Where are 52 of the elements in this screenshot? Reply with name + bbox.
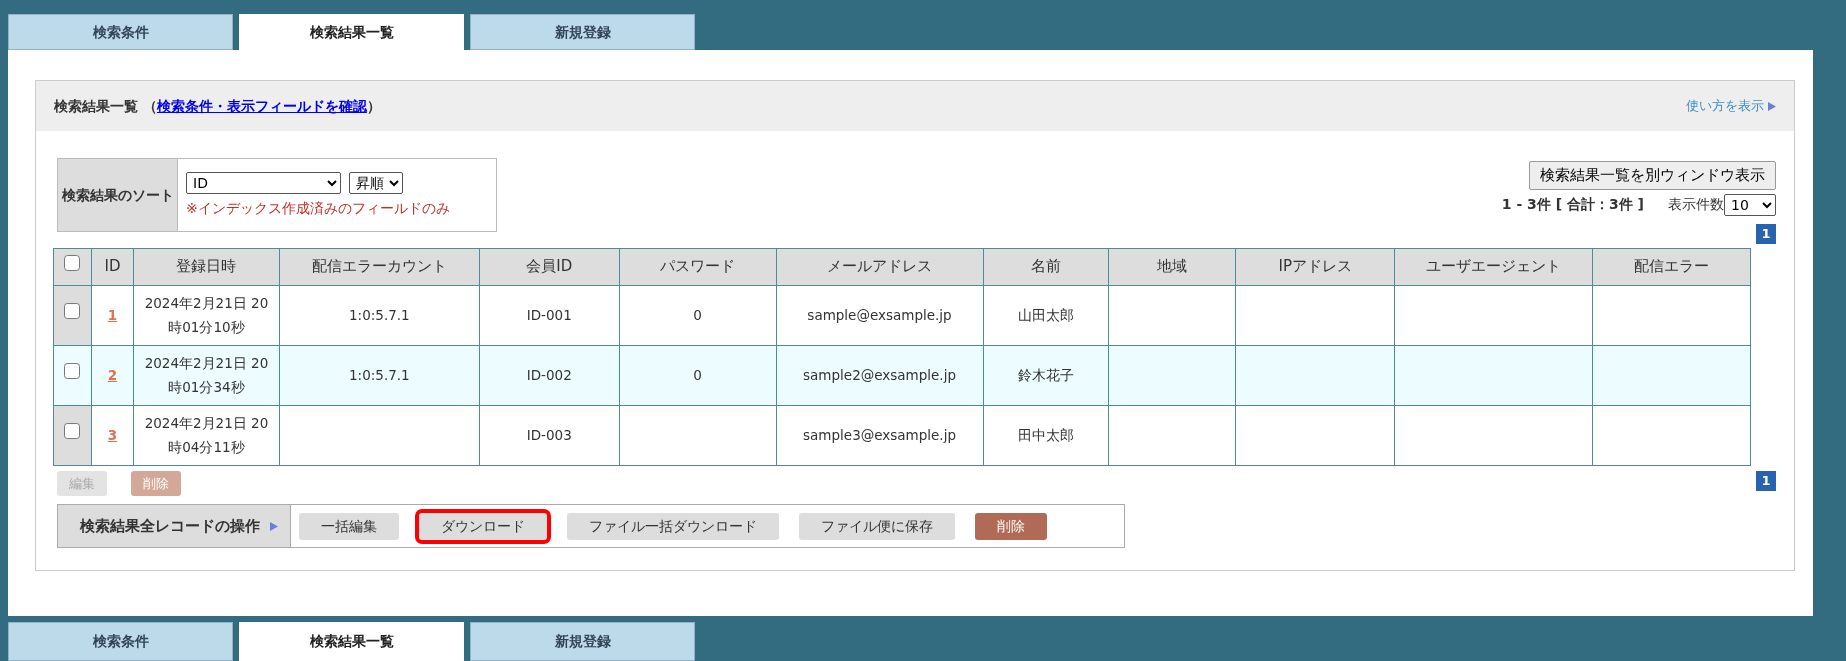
tab[interactable]: 検索条件 (8, 622, 233, 661)
table-cell: sample@exsample.jp (807, 306, 952, 323)
tab[interactable]: 検索結果一覧 (239, 622, 464, 661)
table-cell: 0 (693, 306, 702, 323)
table-cell-text: 2024年2月21日 20時01分10秒 (144, 293, 269, 337)
page-link[interactable]: 1 (1756, 470, 1776, 491)
page-link[interactable]: 1 (1756, 223, 1776, 244)
column-header: 地域 (1108, 248, 1236, 285)
table-cell: 0 (693, 366, 702, 383)
table-cell-text: 2024年2月21日 20時01分34秒 (144, 353, 269, 397)
sort-order-select[interactable]: 昇順 (349, 171, 403, 194)
table-cell: sample3@exsample.jp (803, 426, 956, 443)
column-header: 配信エラーカウント (279, 248, 480, 285)
table-cell: 1:0:5.7.1 (349, 306, 410, 323)
sort-field-select[interactable]: ID (186, 171, 341, 194)
tab[interactable]: 新規登録 (470, 622, 695, 661)
per-page-select[interactable]: 10 (1724, 193, 1776, 216)
table-cell: ID-001 (526, 306, 572, 323)
row-checkbox[interactable] (64, 362, 81, 379)
table-cell: ID-003 (526, 426, 572, 443)
sort-label: 検索結果のソート (58, 159, 178, 231)
open-window-button[interactable]: 検索結果一覧を別ウィンドウ表示 (1529, 161, 1776, 190)
table-cell: 山田太郎 (1017, 306, 1074, 323)
column-header: パスワード (619, 248, 777, 285)
tab[interactable]: 検索条件 (8, 14, 233, 50)
column-header: IPアドレス (1235, 248, 1395, 285)
triangle-icon (1768, 101, 1776, 111)
select-all-checkbox[interactable] (64, 255, 81, 272)
result-summary: 1 - 3件 [ 合計：3件 ] (1501, 195, 1644, 214)
column-header: ID (91, 248, 134, 285)
sort-note: ※インデックス作成済みのフィールドのみ (186, 198, 450, 218)
column-header: 名前 (983, 248, 1109, 285)
table-cell: 鈴木花子 (1017, 366, 1074, 383)
column-header: メールアドレス (776, 248, 983, 285)
tab[interactable]: 検索結果一覧 (239, 14, 464, 50)
table-cell-text: 2024年2月21日 20時04分11秒 (144, 413, 269, 457)
panel-title: 検索結果一覧 （検索条件・表示フィールドを確認） (54, 96, 381, 116)
bulk-operations-label: 検索結果全レコードの操作 (80, 515, 260, 537)
row-checkbox[interactable] (64, 302, 81, 319)
triangle-icon (270, 521, 278, 531)
column-header: 配信エラー (1592, 248, 1751, 285)
column-header: 登録日時 (133, 248, 280, 285)
table-cell: sample2@exsample.jp (803, 366, 956, 383)
table-cell: 1:0:5.7.1 (349, 366, 410, 383)
column-header: 会員ID (479, 248, 620, 285)
confirm-link[interactable]: 検索条件・表示フィールドを確認 (156, 97, 367, 114)
table-cell: ID-002 (526, 366, 572, 383)
tab[interactable]: 新規登録 (470, 14, 695, 50)
table-cell: 田中太郎 (1017, 426, 1074, 443)
row-checkbox[interactable] (64, 422, 81, 439)
per-page-label: 表示件数 (1668, 195, 1724, 214)
column-header: ユーザエージェント (1394, 248, 1593, 285)
